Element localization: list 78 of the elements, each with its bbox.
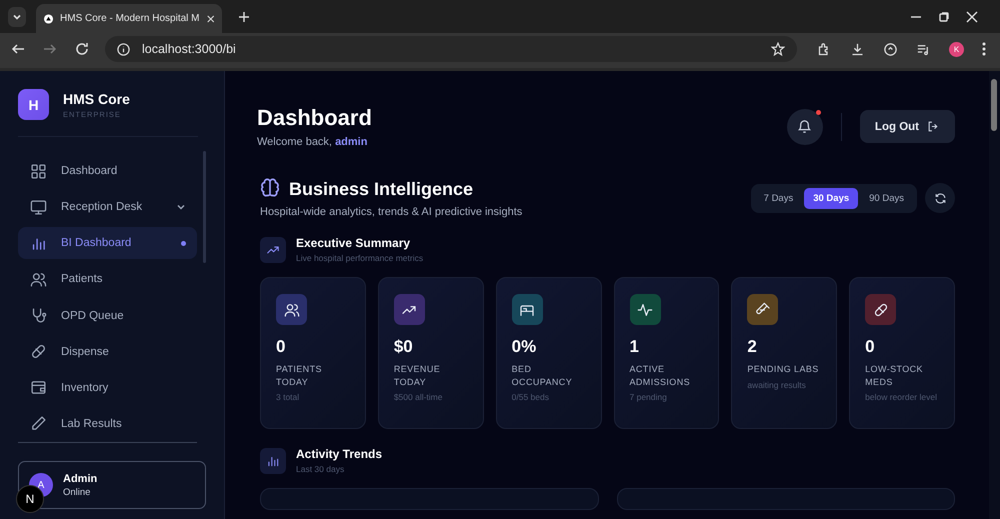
scrollbar[interactable] bbox=[991, 79, 997, 131]
stat-note: awaiting results bbox=[747, 378, 807, 392]
logout-icon bbox=[927, 120, 940, 133]
notifications-button[interactable] bbox=[786, 108, 823, 144]
stat-note: 3 total bbox=[276, 391, 300, 404]
wallet-icon bbox=[30, 379, 47, 396]
refresh-icon bbox=[934, 192, 946, 204]
back-icon[interactable] bbox=[11, 42, 25, 56]
monitor-icon bbox=[30, 198, 47, 216]
refresh-button[interactable] bbox=[925, 183, 955, 213]
close-icon[interactable] bbox=[206, 14, 214, 24]
logout-button[interactable]: Log Out bbox=[860, 110, 955, 143]
stat-note: 0/55 beds bbox=[512, 391, 550, 404]
info-icon bbox=[117, 42, 130, 56]
stat-value: 0 bbox=[865, 337, 876, 357]
stat-label: ACTIVE ADMISSIONS bbox=[630, 363, 692, 388]
brand-name: HMS Core bbox=[63, 90, 130, 106]
stat-note: $500 all-time bbox=[394, 391, 444, 404]
stat-value: 0 bbox=[276, 337, 286, 357]
users-icon bbox=[284, 302, 300, 318]
nav-item[interactable]: Dispense bbox=[18, 336, 197, 368]
forward-icon[interactable] bbox=[43, 42, 57, 56]
pill-icon bbox=[872, 302, 889, 318]
pencil-icon bbox=[30, 415, 47, 432]
stat-label: LOW-STOCK MEDS bbox=[865, 363, 924, 388]
nav-item[interactable]: BI Dashboard bbox=[18, 227, 197, 260]
profile-avatar[interactable]: K bbox=[949, 42, 964, 56]
star-icon[interactable] bbox=[771, 42, 785, 56]
user-status: Online bbox=[63, 486, 92, 498]
stat-label: PENDING LABS bbox=[747, 363, 820, 376]
logo: H bbox=[18, 89, 49, 120]
nav-item[interactable]: OPD Queue bbox=[18, 300, 197, 332]
nav-item[interactable]: Patients bbox=[18, 263, 197, 296]
stethoscope-icon bbox=[30, 307, 47, 324]
section-title: Executive Summary bbox=[296, 236, 412, 250]
bell-icon bbox=[797, 119, 812, 134]
section-subtitle: Hospital-wide analytics, trends & AI predictive insights bbox=[260, 206, 522, 218]
restore-icon[interactable] bbox=[938, 10, 950, 22]
welcome-text: Welcome back, admin bbox=[257, 136, 368, 148]
stat-note: 7 pending bbox=[630, 391, 668, 404]
range-tab[interactable]: 7 Days bbox=[754, 188, 802, 208]
section-subtitle: Last 30 days bbox=[296, 464, 346, 474]
page-title: Dashboard bbox=[257, 105, 372, 131]
nav-item[interactable]: Lab Results bbox=[18, 408, 197, 440]
nav-item[interactable]: Reception Desk bbox=[18, 191, 197, 224]
stat-label: REVENUE TODAY bbox=[394, 363, 442, 388]
stat-label: PATIENTS TODAY bbox=[276, 363, 323, 388]
range-tab[interactable]: 90 Days bbox=[860, 188, 913, 208]
scrollbar[interactable] bbox=[203, 151, 206, 263]
sync-icon[interactable] bbox=[883, 42, 898, 56]
nav-item[interactable]: Dashboard bbox=[18, 155, 197, 188]
reload-icon[interactable] bbox=[75, 42, 89, 56]
active-dot bbox=[181, 240, 186, 246]
range-tab[interactable]: 30 Days bbox=[804, 188, 858, 208]
stat-value: $0 bbox=[394, 337, 414, 357]
browser-tab[interactable]: HMS Core - Modern Hospital M bbox=[36, 4, 222, 33]
tab-title: HMS Core - Modern Hospital M bbox=[60, 13, 200, 24]
tab-list-button[interactable] bbox=[8, 6, 26, 26]
user-name: Admin bbox=[63, 472, 98, 484]
section-subtitle: Live hospital performance metrics bbox=[296, 253, 424, 263]
users-icon bbox=[30, 270, 47, 288]
section-title: Activity Trends bbox=[296, 447, 382, 461]
stat-label: BED OCCUPANCY bbox=[512, 363, 574, 388]
pill-icon bbox=[30, 343, 47, 360]
favicon-icon bbox=[44, 12, 54, 24]
new-tab-icon[interactable] bbox=[238, 10, 250, 22]
stat-value: 1 bbox=[630, 337, 640, 357]
address-bar[interactable]: localhost:3000/bi bbox=[105, 36, 797, 62]
stat-note: below reorder level bbox=[865, 391, 938, 404]
pulse-icon bbox=[637, 302, 653, 318]
menu-icon[interactable] bbox=[982, 42, 986, 56]
stat-value: 0% bbox=[512, 337, 538, 357]
stat-value: 2 bbox=[747, 337, 758, 357]
grid-icon bbox=[30, 162, 47, 180]
nav-item[interactable]: Inventory bbox=[18, 372, 197, 404]
section-title: Business Intelligence bbox=[289, 178, 474, 200]
close-icon[interactable] bbox=[966, 10, 978, 22]
download-icon[interactable] bbox=[850, 42, 865, 56]
